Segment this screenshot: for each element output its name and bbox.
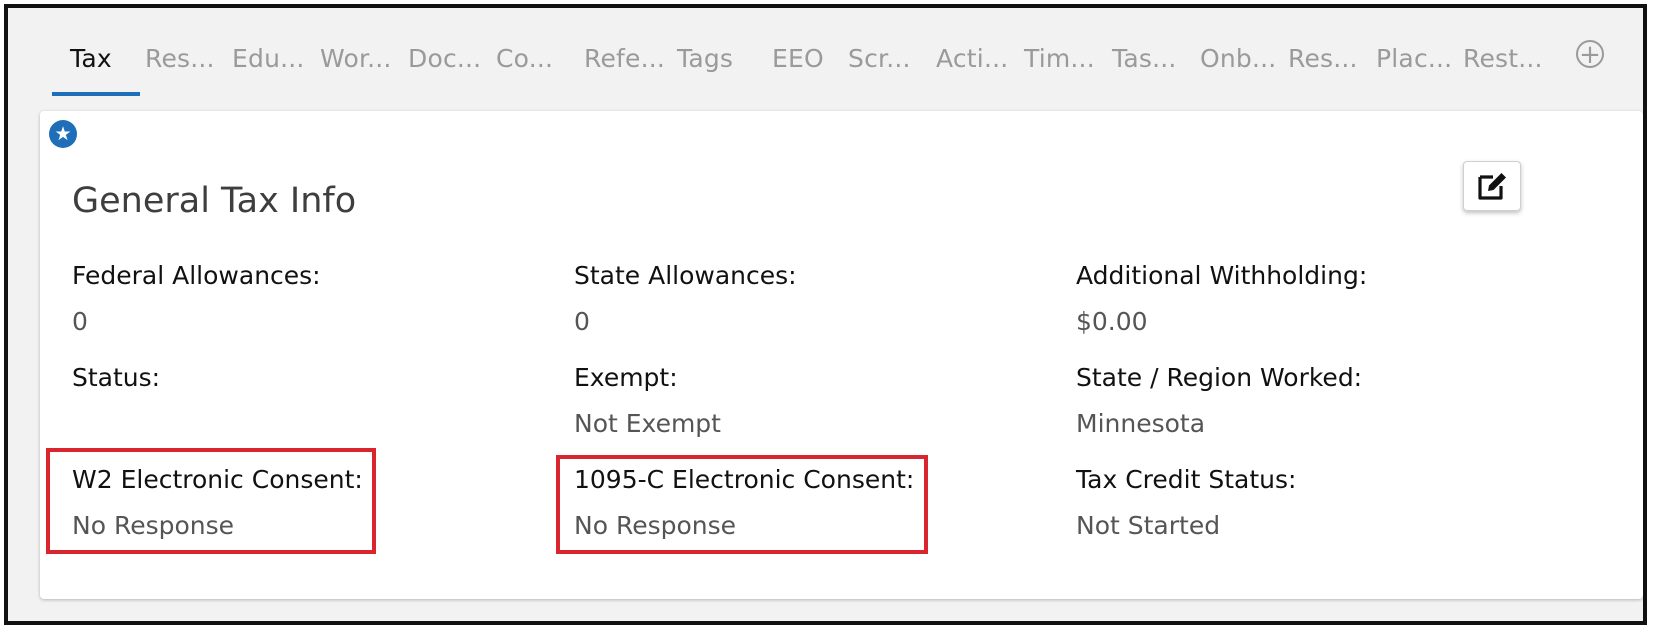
tax-credit-status-label: Tax Credit Status: xyxy=(1076,465,1297,494)
tab-refe[interactable]: Refe... xyxy=(584,44,665,73)
state-region-worked-label: State / Region Worked: xyxy=(1076,363,1363,392)
tab-res-2[interactable]: Res... xyxy=(1288,44,1358,73)
tab-co[interactable]: Co... xyxy=(496,44,553,73)
tab-bar: Tax Res... Edu... Wor... Doc... Co... Re… xyxy=(48,30,1623,100)
app-frame: Tax Res... Edu... Wor... Doc... Co... Re… xyxy=(4,4,1647,625)
tab-rest[interactable]: Rest... xyxy=(1463,44,1543,73)
tab-eeo[interactable]: EEO xyxy=(772,44,824,73)
tab-doc[interactable]: Doc... xyxy=(408,44,481,73)
exempt-label: Exempt: xyxy=(574,363,678,392)
state-allowances-label: State Allowances: xyxy=(574,261,797,290)
federal-allowances-value: 0 xyxy=(72,307,88,336)
tab-tim[interactable]: Tim... xyxy=(1024,44,1095,73)
state-region-worked-value: Minnesota xyxy=(1076,409,1206,438)
status-label: Status: xyxy=(72,363,161,392)
edit-icon xyxy=(1478,173,1506,200)
edit-button[interactable] xyxy=(1463,161,1521,211)
tab-edu[interactable]: Edu... xyxy=(232,44,305,73)
1095c-consent-highlight xyxy=(556,455,928,554)
w2-consent-highlight xyxy=(46,448,376,554)
tab-scr[interactable]: Scr... xyxy=(848,44,911,73)
tab-plac[interactable]: Plac... xyxy=(1376,44,1452,73)
card-title: General Tax Info xyxy=(72,181,357,221)
tab-tas[interactable]: Tas... xyxy=(1112,44,1177,73)
tax-credit-status-value: Not Started xyxy=(1076,511,1221,540)
tab-res[interactable]: Res... xyxy=(145,44,215,73)
federal-allowances-label: Federal Allowances: xyxy=(72,261,321,290)
favorite-star-icon[interactable]: ★ xyxy=(49,120,77,148)
state-allowances-value: 0 xyxy=(574,307,590,336)
tab-tax[interactable]: Tax xyxy=(70,44,112,73)
add-tab-icon[interactable]: + xyxy=(1576,40,1604,68)
additional-withholding-label: Additional Withholding: xyxy=(1076,261,1368,290)
active-tab-indicator xyxy=(52,92,140,96)
exempt-value: Not Exempt xyxy=(574,409,721,438)
tab-tags[interactable]: Tags xyxy=(677,44,733,73)
tab-wor[interactable]: Wor... xyxy=(320,44,392,73)
general-tax-info-card: ★ General Tax Info Federal Allowances: 0… xyxy=(40,111,1643,599)
tab-onb[interactable]: Onb... xyxy=(1200,44,1276,73)
additional-withholding-value: $0.00 xyxy=(1076,307,1148,336)
tab-acti[interactable]: Acti... xyxy=(936,44,1008,73)
